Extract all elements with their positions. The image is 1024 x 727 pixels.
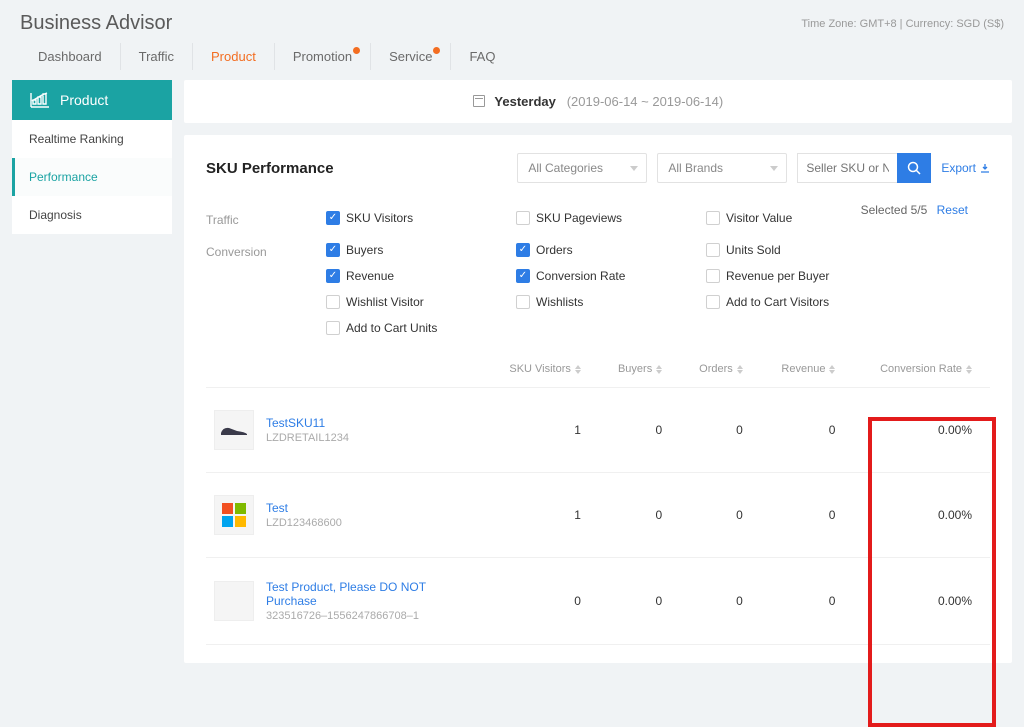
metric-group-conversion: Conversion xyxy=(206,243,326,259)
cell-value: 0 xyxy=(486,558,599,645)
cell-value: 0 xyxy=(680,388,761,473)
top-nav-promotion[interactable]: Promotion xyxy=(275,43,371,70)
checkbox-box xyxy=(326,295,340,309)
category-select[interactable]: All Categories xyxy=(517,153,647,183)
metric-group-traffic: Traffic xyxy=(206,211,326,227)
checkbox-wishlist-visitor[interactable]: Wishlist Visitor xyxy=(326,295,506,309)
checkbox-sku-pageviews[interactable]: SKU Pageviews xyxy=(516,211,696,225)
product-sku: LZDRETAIL1234 xyxy=(266,432,349,444)
checkbox-add-to-cart-units[interactable]: Add to Cart Units xyxy=(326,321,506,335)
product-name[interactable]: Test xyxy=(266,501,342,515)
table-row: Test Product, Please DO NOT Purchase 3235… xyxy=(206,558,990,645)
date-label: Yesterday xyxy=(494,94,555,109)
col-orders[interactable]: Orders xyxy=(680,353,761,388)
download-icon xyxy=(980,163,990,173)
product-sku: LZD123468600 xyxy=(266,517,342,529)
checkbox-box xyxy=(706,243,720,257)
product-name[interactable]: TestSKU11 xyxy=(266,416,349,430)
top-nav-service[interactable]: Service xyxy=(371,43,451,70)
sku-table: SKU VisitorsBuyersOrdersRevenueConversio… xyxy=(206,353,990,645)
checkbox-revenue[interactable]: Revenue xyxy=(326,269,506,283)
sidebar-item-performance[interactable]: Performance xyxy=(12,158,172,196)
sort-icon xyxy=(966,365,972,374)
date-range: (2019-06-14 ~ 2019-06-14) xyxy=(567,94,723,109)
col-revenue[interactable]: Revenue xyxy=(761,353,854,388)
cell-value: 0 xyxy=(680,558,761,645)
timezone-currency: Time Zone: GMT+8 | Currency: SGD (S$) xyxy=(801,18,1004,30)
checkbox-box xyxy=(706,295,720,309)
cell-value: 0.00% xyxy=(853,558,990,645)
cell-value: 0 xyxy=(599,388,680,473)
checkbox-visitor-value[interactable]: Visitor Value xyxy=(706,211,886,225)
search-button[interactable] xyxy=(897,153,931,183)
col-buyers[interactable]: Buyers xyxy=(599,353,680,388)
app-title: Business Advisor xyxy=(20,12,172,35)
checkbox-box xyxy=(706,211,720,225)
product-thumbnail xyxy=(214,410,254,450)
sort-icon xyxy=(829,365,835,374)
search-icon xyxy=(907,161,921,175)
checkbox-conversion-rate[interactable]: Conversion Rate xyxy=(516,269,696,283)
checkbox-revenue-per-buyer[interactable]: Revenue per Buyer xyxy=(706,269,886,283)
checkbox-orders[interactable]: Orders xyxy=(516,243,696,257)
table-row: TestSKU11LZDRETAIL123410000.00% xyxy=(206,388,990,473)
sort-icon xyxy=(575,365,581,374)
top-nav: DashboardTrafficProductPromotionServiceF… xyxy=(0,35,1024,80)
cell-value: 0 xyxy=(761,473,854,558)
top-nav-dashboard[interactable]: Dashboard xyxy=(20,43,121,70)
sort-icon xyxy=(656,365,662,374)
cell-value: 0.00% xyxy=(853,388,990,473)
checkbox-box xyxy=(326,321,340,335)
checkbox-box xyxy=(706,269,720,283)
product-sku: 323516726–1556247866708–1 xyxy=(266,610,466,622)
brand-select[interactable]: All Brands xyxy=(657,153,787,183)
sidebar-product-label: Product xyxy=(60,92,108,108)
checkbox-add-to-cart-visitors[interactable]: Add to Cart Visitors xyxy=(706,295,886,309)
product-name[interactable]: Test Product, Please DO NOT Purchase xyxy=(266,580,466,608)
cell-value: 0 xyxy=(680,473,761,558)
top-nav-product[interactable]: Product xyxy=(193,43,275,70)
selected-count: Selected 5/5 Reset xyxy=(861,203,968,217)
checkbox-box xyxy=(516,211,530,225)
top-nav-faq[interactable]: FAQ xyxy=(451,43,513,70)
checkbox-units-sold[interactable]: Units Sold xyxy=(706,243,886,257)
cell-value: 0.00% xyxy=(853,473,990,558)
sidebar-item-diagnosis[interactable]: Diagnosis xyxy=(12,196,172,234)
product-thumbnail xyxy=(214,581,254,621)
cell-value: 0 xyxy=(599,558,680,645)
checkbox-box xyxy=(326,243,340,257)
product-thumbnail xyxy=(214,495,254,535)
cell-value: 1 xyxy=(486,388,599,473)
cell-value: 0 xyxy=(599,473,680,558)
calendar-icon xyxy=(473,95,485,107)
search-input[interactable] xyxy=(797,153,897,183)
checkbox-box xyxy=(516,243,530,257)
checkbox-wishlists[interactable]: Wishlists xyxy=(516,295,696,309)
notification-dot xyxy=(353,47,360,54)
checkbox-box xyxy=(516,295,530,309)
checkbox-buyers[interactable]: Buyers xyxy=(326,243,506,257)
cell-value: 1 xyxy=(486,473,599,558)
checkbox-box xyxy=(326,269,340,283)
sort-icon xyxy=(737,365,743,374)
sku-title: SKU Performance xyxy=(206,160,507,177)
checkbox-box xyxy=(516,269,530,283)
checkbox-sku-visitors[interactable]: SKU Visitors xyxy=(326,211,506,225)
sidebar-item-realtime-ranking[interactable]: Realtime Ranking xyxy=(12,120,172,158)
top-nav-traffic[interactable]: Traffic xyxy=(121,43,193,70)
col-conversion-rate[interactable]: Conversion Rate xyxy=(853,353,990,388)
reset-link[interactable]: Reset xyxy=(937,203,968,217)
cell-value: 0 xyxy=(761,388,854,473)
checkbox-box xyxy=(326,211,340,225)
notification-dot xyxy=(433,47,440,54)
col-sku-visitors[interactable]: SKU Visitors xyxy=(486,353,599,388)
chart-icon xyxy=(30,92,50,108)
export-link[interactable]: Export xyxy=(941,161,990,175)
sidebar-product-header: Product xyxy=(12,80,172,120)
cell-value: 0 xyxy=(761,558,854,645)
table-row: TestLZD12346860010000.00% xyxy=(206,473,990,558)
date-panel[interactable]: Yesterday (2019-06-14 ~ 2019-06-14) xyxy=(184,80,1012,123)
